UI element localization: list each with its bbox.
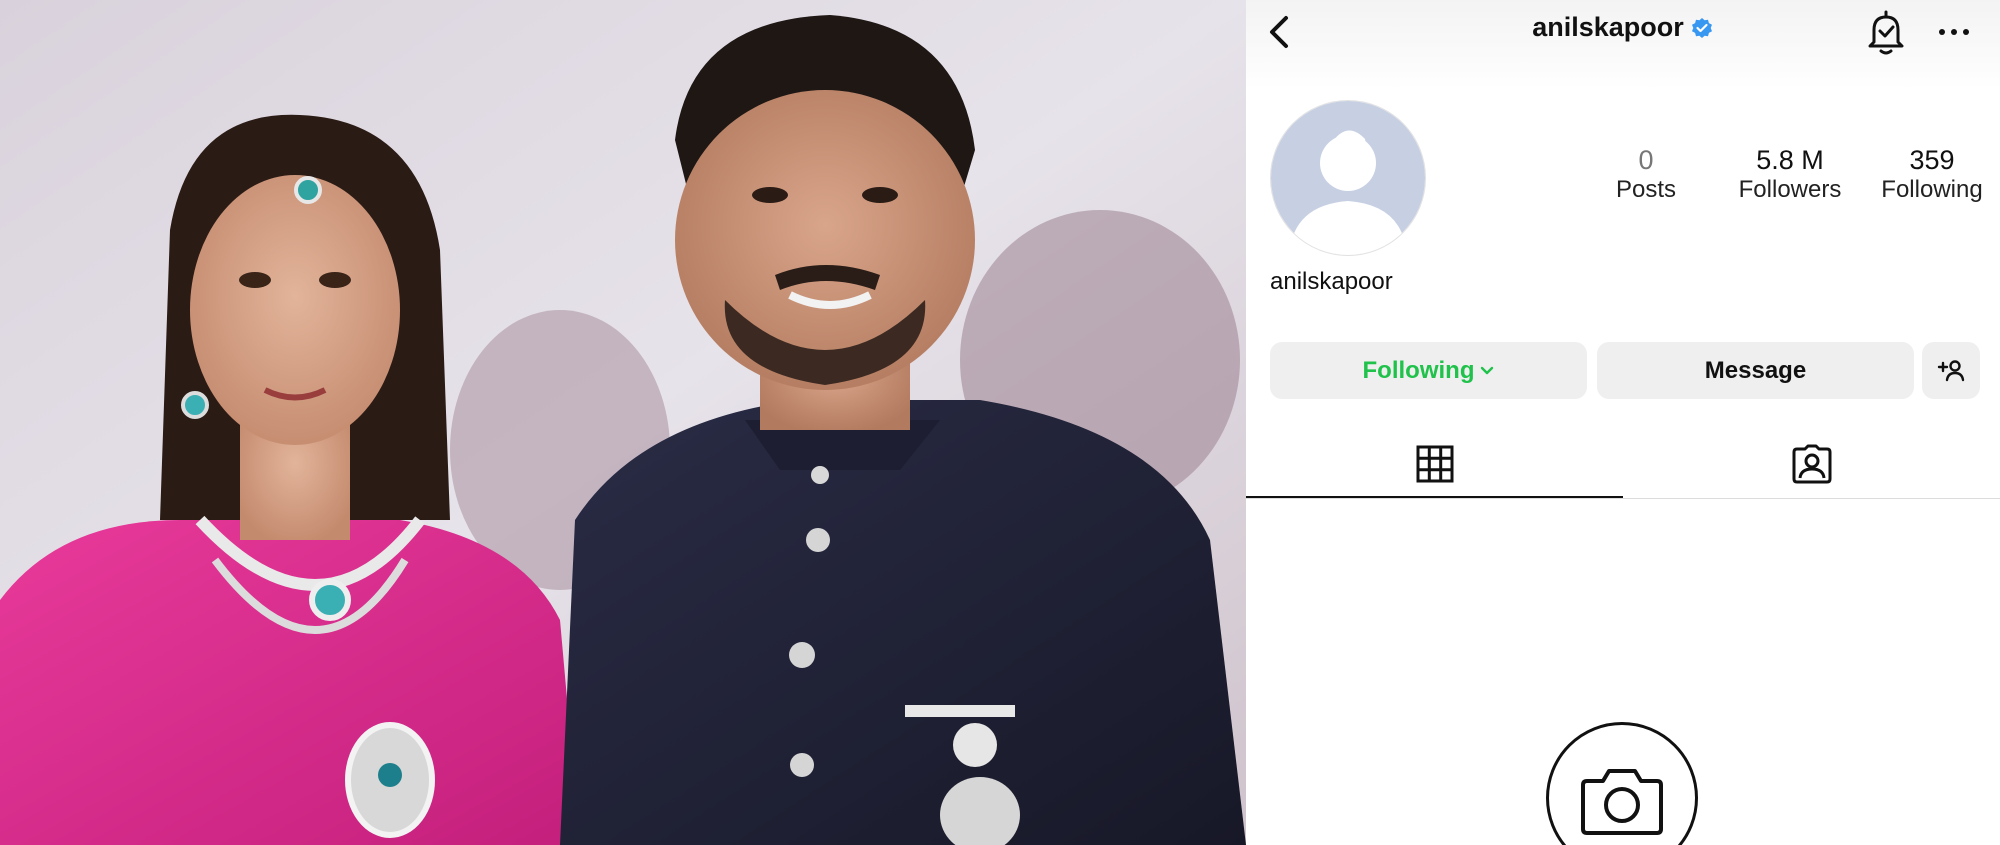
grid-icon xyxy=(1416,445,1453,483)
posts-label: Posts xyxy=(1615,176,1677,203)
display-name: anilskapoor xyxy=(1270,268,1393,295)
verified-badge-icon xyxy=(1691,17,1712,38)
following-button[interactable]: Following xyxy=(1270,342,1587,399)
top-bar: anilskapoor xyxy=(1246,0,2000,90)
following-value: 359 xyxy=(1909,145,1955,175)
posts-count[interactable]: 0 Posts xyxy=(1586,145,1706,205)
chevron-down-icon xyxy=(1481,366,1494,374)
profile-panel: anilskapoor 0 Posts 5.8 M Followers 359 … xyxy=(1246,0,2000,845)
tab-posts-grid[interactable] xyxy=(1246,430,1623,498)
tabs-divider xyxy=(1246,498,2000,499)
following-button-label: Following xyxy=(1362,356,1475,384)
posts-value: 0 xyxy=(1638,145,1654,175)
following-count[interactable]: 359 Following xyxy=(1872,145,1992,205)
camera-icon xyxy=(1581,769,1663,835)
no-posts-camera xyxy=(1546,722,1698,845)
notifications-button[interactable] xyxy=(1864,8,1908,56)
following-label: Following xyxy=(1881,176,1983,203)
suggested-users-button[interactable] xyxy=(1922,342,1980,399)
tab-tagged[interactable] xyxy=(1623,430,2000,498)
followers-value: 5.8 M xyxy=(1756,145,1824,175)
message-button-label: Message xyxy=(1704,356,1807,384)
profile-tabs xyxy=(1246,430,2000,500)
followers-count[interactable]: 5.8 M Followers xyxy=(1730,145,1850,205)
avatar[interactable] xyxy=(1270,100,1426,256)
default-avatar-icon xyxy=(1271,101,1425,255)
add-user-icon xyxy=(1937,359,1965,381)
more-options-button[interactable] xyxy=(1936,20,1972,44)
tagged-user-icon xyxy=(1792,444,1831,484)
profile-photo xyxy=(0,0,1246,845)
message-button[interactable]: Message xyxy=(1597,342,1914,399)
username-label: anilskapoor xyxy=(1532,12,1684,42)
bell-check-icon xyxy=(1868,10,1904,55)
more-horizontal-icon xyxy=(1939,29,1969,35)
followers-label: Followers xyxy=(1738,176,1842,203)
